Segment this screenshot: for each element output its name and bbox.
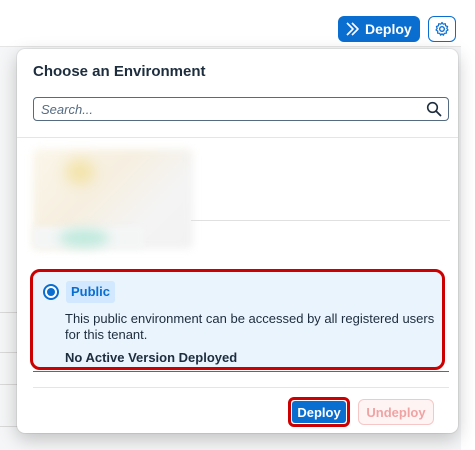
undeploy-button[interactable]: Undeploy [358,399,434,425]
search-icon[interactable] [426,101,442,117]
environment-item-public[interactable]: Public This public environment can be ac… [30,269,445,370]
popover-title: Choose an Environment [33,63,206,80]
environment-radio[interactable] [43,284,59,300]
search-field[interactable] [33,97,449,121]
divider [191,220,450,221]
deploy-button-label: Deploy [292,401,346,423]
deploy-button[interactable]: Deploy [288,397,350,427]
header-deploy-label: Deploy [365,21,412,37]
double-arrow-right-icon [346,22,359,36]
background-panel [461,46,475,450]
header-deploy-button[interactable]: Deploy [338,16,420,42]
gear-icon [435,21,449,36]
app-header: Deploy [0,0,475,47]
search-input[interactable] [41,101,401,117]
divider [33,387,449,388]
environment-description: This public environment can be accessed … [65,311,435,342]
divider [33,371,449,372]
redacted-environment-item [33,227,143,249]
settings-button[interactable] [428,16,456,42]
environment-name-badge: Public [66,281,116,303]
environment-popover: Choose an Environment Public This public… [17,49,458,433]
divider [17,137,458,138]
environment-status: No Active Version Deployed [65,350,238,365]
